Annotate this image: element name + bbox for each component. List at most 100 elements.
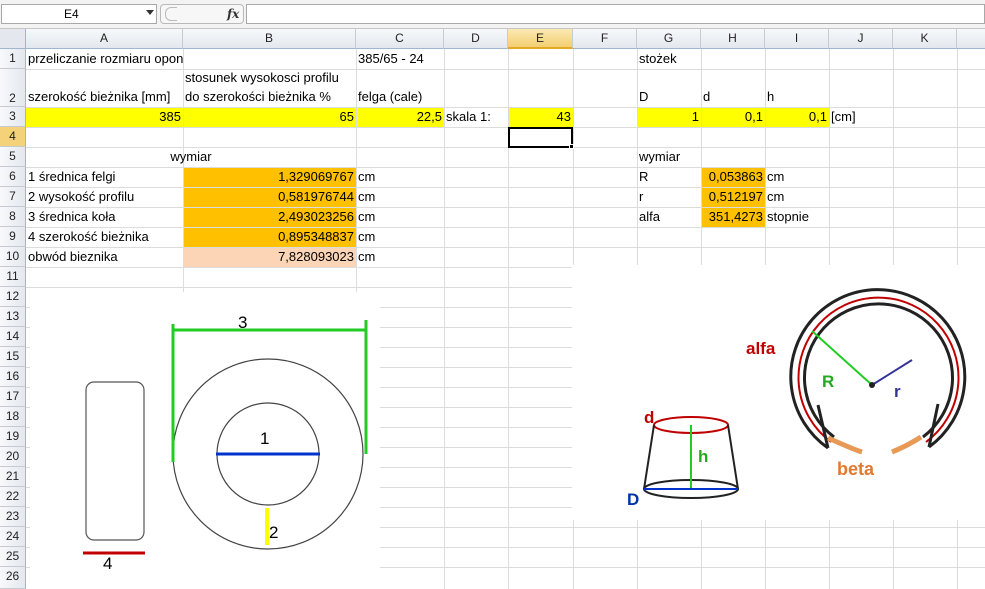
name-box-dropdown-icon[interactable]	[146, 10, 154, 15]
row-header-25[interactable]: 25	[0, 547, 26, 567]
cell-c10[interactable]: cm	[356, 247, 377, 267]
column-header-b[interactable]: B	[183, 29, 356, 49]
row-header-1[interactable]: 1	[0, 49, 26, 69]
row-header-3[interactable]: 3	[0, 107, 26, 127]
name-box[interactable]: E4	[1, 4, 157, 24]
row-header-5[interactable]: 5	[0, 147, 26, 167]
row-header-10[interactable]: 10	[0, 247, 26, 267]
cell-g8[interactable]: alfa	[637, 207, 662, 227]
cell-c8[interactable]: cm	[356, 207, 377, 227]
cell-c9[interactable]: cm	[356, 227, 377, 247]
column-header-i[interactable]: I	[765, 29, 829, 49]
cell-b10[interactable]: 7,828093023	[183, 247, 356, 267]
row-header-16[interactable]: 16	[0, 367, 26, 387]
cell-g7[interactable]: r	[637, 187, 645, 207]
row-header-22[interactable]: 22	[0, 487, 26, 507]
column-header-d[interactable]: D	[444, 29, 508, 49]
column-header-a[interactable]: A	[26, 29, 183, 49]
cell-b3[interactable]: 65	[183, 107, 356, 127]
row-header-4[interactable]: 4	[0, 127, 26, 147]
row-header-23[interactable]: 23	[0, 507, 26, 527]
cell-b5[interactable]: wymiar	[26, 147, 356, 167]
row-header-7[interactable]: 7	[0, 187, 26, 207]
column-header-e[interactable]: E	[508, 29, 573, 49]
column-header-l[interactable]	[957, 29, 985, 49]
cell-c2[interactable]: felga (cale)	[356, 87, 424, 107]
cell-e3[interactable]: 43	[508, 107, 573, 127]
row-header-15[interactable]: 15	[0, 347, 26, 367]
cell-a8[interactable]: 3 średnica koła	[26, 207, 117, 227]
row-header-17[interactable]: 17	[0, 387, 26, 407]
formula-input[interactable]	[246, 4, 985, 24]
row-header-9[interactable]: 9	[0, 227, 26, 247]
row-header-13[interactable]: 13	[0, 307, 26, 327]
cell-i8[interactable]: stopnie	[765, 207, 811, 227]
cell-b8[interactable]: 2,493023256	[183, 207, 356, 227]
cell-b2-line1[interactable]: stosunek wysokosci profilu	[183, 68, 341, 88]
cell-i6[interactable]: cm	[765, 167, 786, 187]
row-header-20[interactable]: 20	[0, 447, 26, 467]
insert-function-button[interactable]: fx	[227, 7, 239, 21]
radius-R-line	[811, 330, 873, 386]
cell-g1[interactable]: stożek	[637, 49, 679, 69]
cell-h8[interactable]: 351,4273	[701, 207, 765, 227]
cell-b6[interactable]: 1,329069767	[183, 167, 356, 187]
cell-a7[interactable]: 2 wysokość profilu	[26, 187, 136, 207]
tire-diagram-svg: 1 2 3 4	[83, 313, 368, 573]
cell-g5[interactable]: wymiar	[637, 147, 682, 167]
cell-i2[interactable]: h	[765, 87, 776, 107]
cell-a3[interactable]: 385	[26, 107, 183, 127]
cell-h7[interactable]: 0,512197	[701, 187, 765, 207]
cell-c1[interactable]: 385/65 - 24	[356, 49, 426, 69]
column-header-g[interactable]: G	[637, 29, 701, 49]
label-3: 3	[238, 313, 247, 332]
cell-h6[interactable]: 0,053863	[701, 167, 765, 187]
label-alfa: alfa	[746, 339, 776, 358]
outer-arc	[789, 288, 967, 450]
cell-g6[interactable]: R	[637, 167, 650, 187]
row-header-19[interactable]: 19	[0, 427, 26, 447]
cell-b9[interactable]: 0,895348837	[183, 227, 356, 247]
row-header-21[interactable]: 21	[0, 467, 26, 487]
column-header-j[interactable]: J	[829, 29, 893, 49]
row-header-12[interactable]: 12	[0, 287, 26, 307]
row-header-26[interactable]: 26	[0, 567, 26, 589]
label-r: r	[894, 382, 901, 401]
cell-b2[interactable]: do szerokości bieżnika %	[183, 87, 333, 107]
cell-a2[interactable]: szerokość bieżnika [mm]	[26, 87, 172, 107]
cell-a1[interactable]: przeliczanie rozmiaru opon	[26, 49, 185, 69]
cone-diagram[interactable]: d h D alfa R r beta	[572, 265, 985, 520]
cell-j3[interactable]: [cm]	[829, 107, 858, 127]
row-header-8[interactable]: 8	[0, 207, 26, 227]
cell-h2[interactable]: d	[701, 87, 712, 107]
cell-c7[interactable]: cm	[356, 187, 377, 207]
row-header-2[interactable]: 2	[0, 69, 26, 107]
cell-h3[interactable]: 0,1	[701, 107, 765, 127]
row-header-11[interactable]: 11	[0, 267, 26, 287]
cell-i3[interactable]: 0,1	[765, 107, 829, 127]
tire-diagram[interactable]: 1 2 3 4	[30, 292, 380, 589]
select-all-corner[interactable]	[0, 29, 26, 49]
cell-g3[interactable]: 1	[637, 107, 701, 127]
cell-a10[interactable]: obwód bieznika	[26, 247, 120, 267]
cell-i7[interactable]: cm	[765, 187, 786, 207]
row-header-18[interactable]: 18	[0, 407, 26, 427]
column-header-c[interactable]: C	[356, 29, 444, 49]
active-cell-e4[interactable]	[508, 127, 573, 148]
cell-c6[interactable]: cm	[356, 167, 377, 187]
cell-a6[interactable]: 1 średnica felgi	[26, 167, 117, 187]
column-header-h[interactable]: H	[701, 29, 765, 49]
row-header-24[interactable]: 24	[0, 527, 26, 547]
cell-a9[interactable]: 4 szerokość bieżnika	[26, 227, 151, 247]
cell-b7[interactable]: 0,581976744	[183, 187, 356, 207]
row-header-6[interactable]: 6	[0, 167, 26, 187]
cell-d3[interactable]: skala 1:	[444, 107, 493, 127]
fill-handle[interactable]	[569, 144, 574, 149]
column-header-f[interactable]: F	[573, 29, 637, 49]
column-header-k[interactable]: K	[893, 29, 957, 49]
formula-buttons: fx	[160, 4, 244, 24]
row-header-14[interactable]: 14	[0, 327, 26, 347]
cell-g2[interactable]: D	[637, 87, 650, 107]
resize-handle-icon[interactable]	[165, 7, 177, 21]
cell-c3[interactable]: 22,5	[356, 107, 444, 127]
